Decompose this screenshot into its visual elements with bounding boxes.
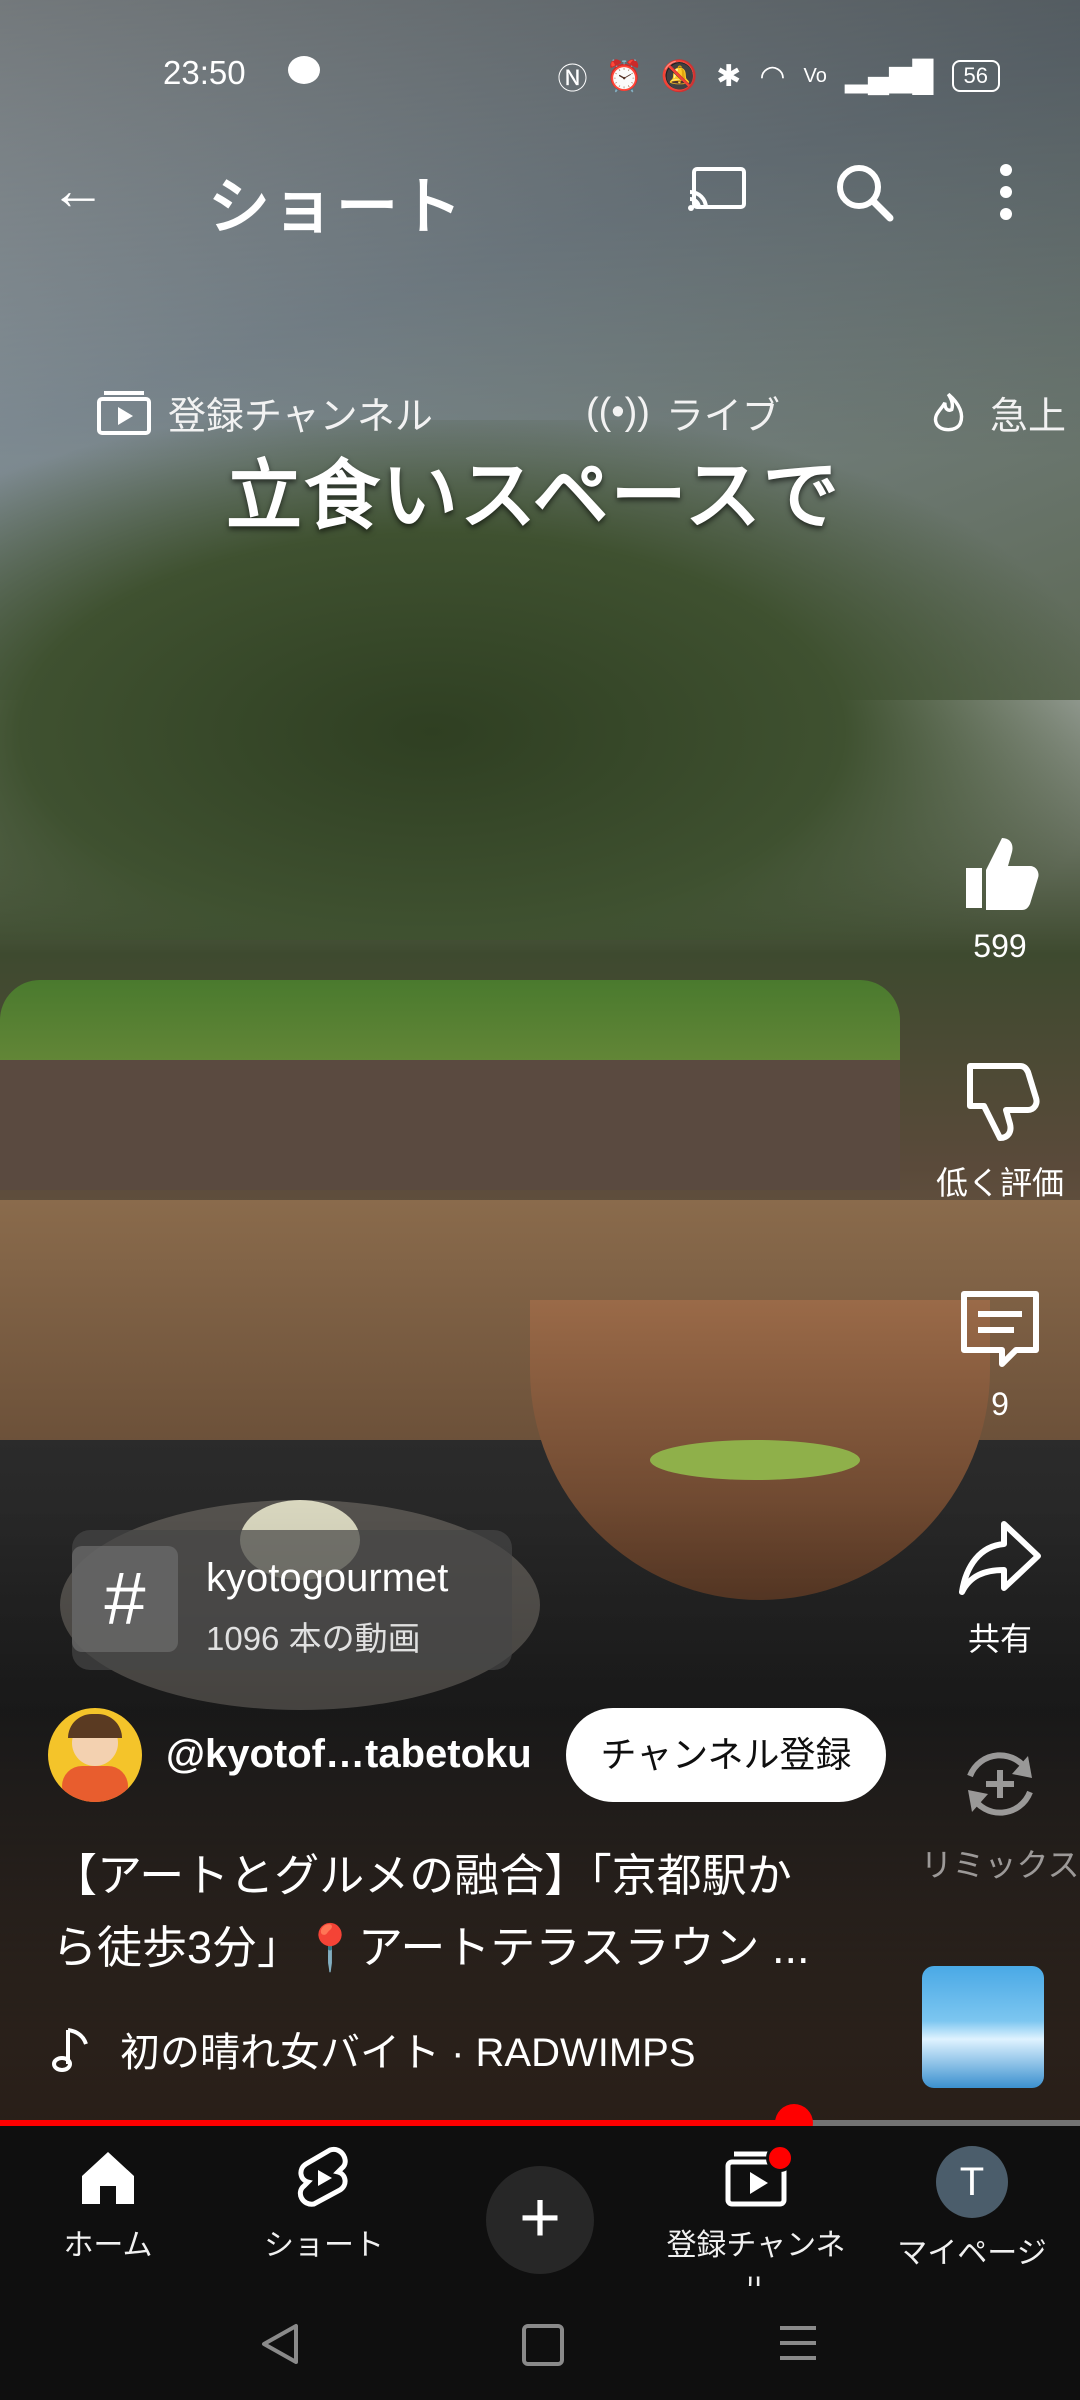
back-triangle-icon[interactable]: [260, 2322, 300, 2366]
channel-row: @kyotof…tabetoku チャンネル登録: [48, 1708, 948, 1808]
remix-label: リミックス: [920, 1847, 1080, 1883]
comments-button[interactable]: 9: [920, 1288, 1080, 1423]
chip-label: ライブ: [665, 396, 780, 438]
chip-live[interactable]: ((•)) ライブ: [586, 385, 780, 440]
music-row[interactable]: 初の晴れ女バイト · RADWIMPS: [52, 2020, 696, 2078]
music-title: 初の晴れ女バイト · RADWIMPS: [120, 2031, 696, 2075]
comment-icon: [961, 1291, 1039, 1367]
status-time: 23:50: [163, 54, 246, 91]
chip-subscriptions[interactable]: 登録チャンネル: [96, 385, 433, 440]
hashtag-card[interactable]: # kyotogourmet 1096 本の動画: [72, 1530, 512, 1670]
video-caption: 立食いスペースで: [226, 454, 841, 539]
nav-mypage[interactable]: T マイページ: [872, 2146, 1072, 2272]
search-icon[interactable]: [832, 160, 896, 224]
remix-icon: [967, 1752, 1033, 1816]
share-label: 共有: [967, 1621, 1032, 1657]
nfc-icon: Ⓝ: [557, 63, 588, 96]
home-icon: [82, 2152, 134, 2204]
bluetooth-icon: ✱: [716, 59, 742, 93]
page-title: ショート: [208, 173, 465, 242]
description-line-1: 【アートとグルメの融合】「京都駅か: [52, 1850, 792, 1901]
home-square-icon[interactable]: [522, 2324, 564, 2366]
status-bar: 23:50 Ⓝ ⏰ 🔕 ✱ ◠ Vo ▂▄▆█ 56: [0, 40, 1080, 100]
live-icon: ((•)): [586, 391, 650, 433]
cast-icon[interactable]: [688, 166, 748, 212]
share-icon: [959, 1521, 1041, 1595]
subscribe-button[interactable]: チャンネル登録: [566, 1708, 886, 1802]
top-bar: ← ショート: [0, 150, 1080, 242]
new-content-dot: [766, 2144, 794, 2172]
nav-shorts-label: ショート: [264, 2229, 384, 2262]
like-button[interactable]: 599: [920, 830, 1080, 965]
nav-subscriptions[interactable]: 登録チャンネル: [656, 2144, 856, 2308]
channel-avatar[interactable]: [48, 1708, 142, 1802]
like-count: 599: [973, 928, 1027, 964]
mute-icon: 🔕: [660, 59, 699, 93]
wifi-icon: ◠: [759, 59, 786, 93]
channel-handle[interactable]: @kyotof…tabetoku: [166, 1732, 532, 1777]
music-album-thumbnail[interactable]: [922, 1966, 1044, 2088]
alarm-icon: ⏰: [605, 59, 643, 93]
thumbs-up-icon: [966, 838, 1039, 910]
video-description[interactable]: 【アートとグルメの融合】「京都駅か ら徒歩3分」📍アートテラスラウン ...: [52, 1840, 872, 1984]
nav-mypage-label: マイページ: [897, 2237, 1047, 2270]
system-navigation-bar: [0, 2286, 1080, 2400]
dislike-label: 低く評価: [935, 1165, 1064, 1201]
volte-icon: Vo: [803, 64, 827, 87]
thumbs-down-icon: [967, 1063, 1040, 1141]
hashtag-icon: #: [72, 1546, 178, 1652]
nav-shorts[interactable]: ショート: [224, 2146, 424, 2264]
recents-menu-icon[interactable]: [780, 2324, 816, 2362]
bottom-navigation: ホーム ショート + 登録チャンネル T マイペ: [0, 2126, 1080, 2306]
hashtag-name: kyotogourmet: [206, 1556, 449, 1600]
line-notification-icon: [288, 56, 320, 84]
shorts-icon: [297, 2146, 348, 2207]
hashtag-video-count: 1096 本の動画: [206, 1620, 421, 1657]
user-avatar: T: [936, 2146, 1008, 2218]
share-button[interactable]: 共有: [920, 1516, 1080, 1660]
plus-icon: +: [518, 2178, 562, 2258]
shorts-screen: 23:50 Ⓝ ⏰ 🔕 ✱ ◠ Vo ▂▄▆█ 56 ← ショート 登録チャンネ…: [0, 0, 1080, 2400]
comment-count: 9: [991, 1386, 1009, 1422]
description-line-2: ら徒歩3分」📍アートテラスラウン ...: [52, 1922, 810, 1973]
chip-label: 登録チャンネル: [168, 396, 433, 438]
nav-home-label: ホーム: [63, 2229, 153, 2262]
subscriptions-icon: [97, 390, 151, 435]
dislike-button[interactable]: 低く評価: [920, 1060, 1080, 1204]
nav-home[interactable]: ホーム: [8, 2146, 208, 2264]
create-button[interactable]: +: [486, 2166, 594, 2274]
music-note-icon: [52, 2028, 88, 2072]
back-arrow-icon[interactable]: ←: [50, 160, 106, 220]
